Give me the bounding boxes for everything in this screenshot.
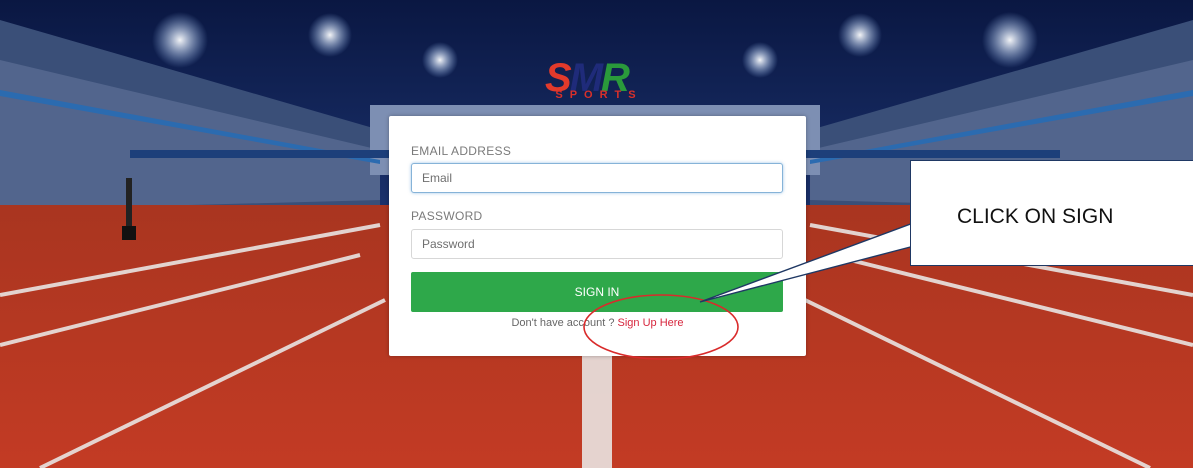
callout-pointer (699, 221, 919, 303)
callout-text: CLICK ON SIGN (957, 205, 1114, 228)
annotation-ellipse (583, 294, 739, 360)
annotation-callout: CLICK ON SIGN (910, 160, 1193, 266)
